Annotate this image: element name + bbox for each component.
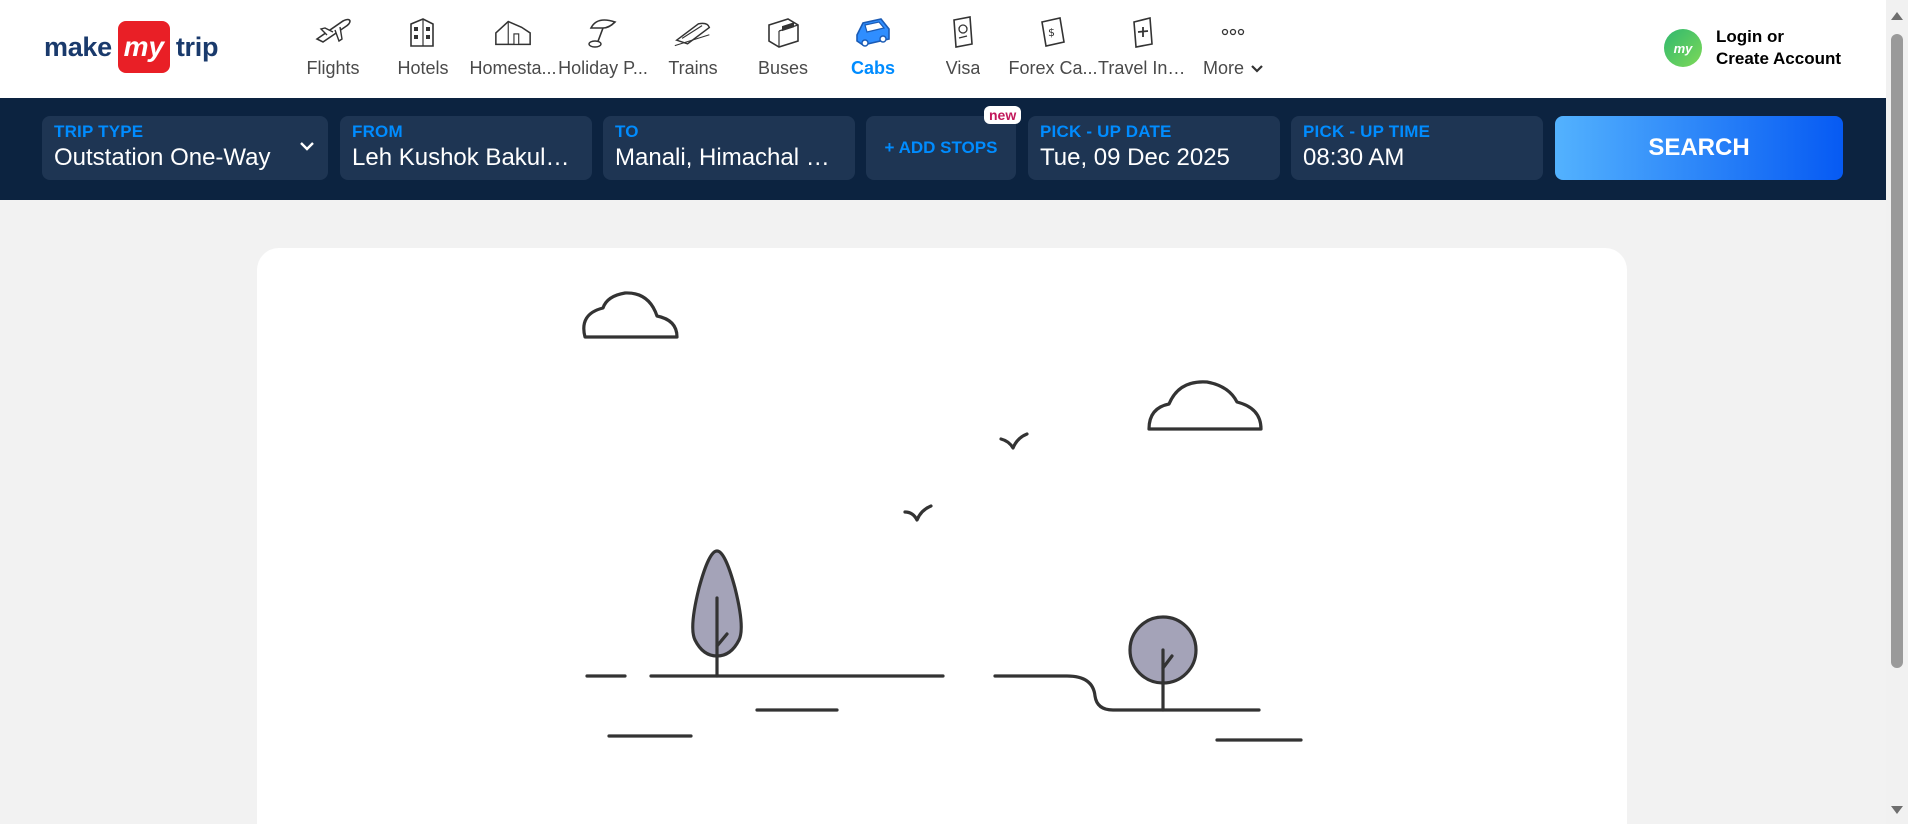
homestay-icon (493, 12, 533, 52)
more-icon (1213, 12, 1253, 52)
scroll-up-arrow-icon[interactable] (1891, 12, 1903, 20)
logo-text-make: make (44, 31, 112, 62)
nav-label-more: More (1203, 58, 1263, 79)
nav-label: Flights (306, 58, 360, 78)
nav-label: Visa (945, 58, 981, 78)
cloud-icon (582, 291, 679, 339)
scroll-down-arrow-icon[interactable] (1891, 806, 1903, 814)
new-badge: new (984, 106, 1022, 124)
trip-type-value: Outstation One-Way (54, 144, 271, 171)
visa-icon (943, 12, 983, 52)
nav-item-forex[interactable]: $ Forex Ca... (1008, 6, 1098, 86)
pickup-date-field[interactable]: PICK - UP DATE Tue, 09 Dec 2025 (1028, 116, 1280, 180)
nav-label: Hotels (397, 58, 449, 78)
landscape-illustration (582, 291, 1303, 742)
pickup-time-value: 08:30 AM (1303, 144, 1405, 171)
nav-label: Travel Ins... (1098, 58, 1188, 78)
nav-label: Trains (668, 58, 718, 78)
forex-icon: $ (1033, 12, 1073, 52)
empty-state-card (257, 248, 1627, 824)
nav-label: Homesta... (469, 58, 557, 78)
pickup-time-field[interactable]: PICK - UP TIME 08:30 AM (1291, 116, 1543, 180)
from-field[interactable]: FROM Leh Kushok Bakula Rimpochee Airport (340, 116, 592, 180)
more-label: More (1202, 58, 1244, 78)
product-menu: Flights Hotels Homesta... Holiday P... T… (288, 6, 1278, 86)
holiday-icon (583, 12, 623, 52)
from-value: Leh Kushok Bakula Rimpochee Airport (352, 144, 580, 171)
login-line-2: Create Account (1716, 49, 1842, 68)
login-line-1: Login or (1716, 27, 1784, 46)
top-navigation: make my trip Flights Hotels Homesta... H… (0, 0, 1886, 98)
to-value: Manali, Himachal Pradesh (615, 144, 843, 171)
pickup-date-value: Tue, 09 Dec 2025 (1040, 144, 1230, 171)
cab-icon (853, 12, 893, 52)
pickup-time-label: PICK - UP TIME (1303, 122, 1431, 141)
logo-text-trip: trip (175, 31, 219, 62)
page-scrollbar[interactable] (1886, 0, 1908, 824)
svg-text:$: $ (1048, 26, 1055, 39)
cloud-icon (1147, 380, 1263, 431)
logo-text-my: my (117, 21, 170, 73)
nav-item-homestays[interactable]: Homesta... (468, 6, 558, 86)
nav-item-travel-insurance[interactable]: Travel Ins... (1098, 6, 1188, 86)
to-field[interactable]: TO Manali, Himachal Pradesh (603, 116, 855, 180)
bus-icon (763, 12, 803, 52)
add-stops-button[interactable]: + ADD STOPS (866, 116, 1016, 180)
bird-icon (903, 504, 933, 522)
trip-type-dropdown[interactable]: TRIP TYPE Outstation One-Way (42, 116, 328, 180)
from-label: FROM (352, 122, 403, 141)
avatar: my (1664, 29, 1702, 67)
nav-item-holiday-packages[interactable]: Holiday P... (558, 6, 648, 86)
trip-type-label: TRIP TYPE (54, 122, 144, 141)
chevron-down-icon (300, 142, 314, 151)
nav-item-trains[interactable]: Trains (648, 6, 738, 86)
makemytrip-logo[interactable]: make my trip (44, 20, 218, 74)
hotel-icon (403, 12, 443, 52)
nav-item-cabs[interactable]: Cabs (828, 6, 918, 86)
plane-icon (313, 12, 353, 52)
nav-label: Forex Ca... (1008, 58, 1098, 78)
login-button[interactable]: my Login or Create Account (1664, 26, 1841, 70)
to-label: TO (615, 122, 639, 141)
nav-label: Cabs (850, 58, 895, 78)
scrollbar-thumb[interactable] (1891, 34, 1903, 668)
nav-label: Buses (757, 58, 809, 78)
pickup-date-label: PICK - UP DATE (1040, 122, 1172, 141)
train-icon (673, 12, 713, 52)
search-button[interactable]: SEARCH (1555, 116, 1843, 180)
cab-search-bar: TRIP TYPE Outstation One-Way FROM Leh Ku… (0, 98, 1886, 200)
nav-item-flights[interactable]: Flights (288, 6, 378, 86)
nav-item-visa[interactable]: Visa (918, 6, 1008, 86)
nav-item-hotels[interactable]: Hotels (378, 6, 468, 86)
bird-icon (999, 432, 1029, 450)
nav-item-buses[interactable]: Buses (738, 6, 828, 86)
chevron-down-icon (1251, 65, 1263, 73)
insurance-icon (1123, 12, 1163, 52)
nav-item-more[interactable]: More (1188, 6, 1278, 86)
nav-label: Holiday P... (558, 58, 648, 78)
login-text: Login or Create Account (1716, 26, 1841, 70)
